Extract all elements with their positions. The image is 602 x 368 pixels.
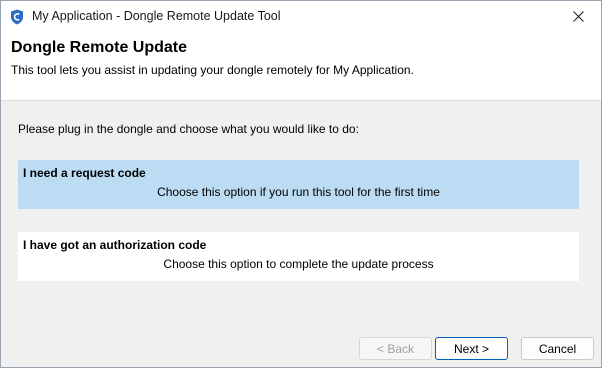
wizard-header: Dongle Remote Update This tool lets you … — [1, 32, 601, 101]
window-title: My Application - Dongle Remote Update To… — [32, 9, 281, 23]
next-button[interactable]: Next > — [435, 337, 508, 360]
option-authorization-code[interactable]: I have got an authorization code Choose … — [18, 232, 579, 281]
back-button[interactable]: < Back — [359, 337, 432, 360]
option-request-code[interactable]: I need a request code Choose this option… — [18, 160, 579, 209]
next-button-label: Next > — [453, 341, 489, 356]
option-description: Choose this option if you run this tool … — [157, 185, 440, 199]
dialog-window: My Application - Dongle Remote Update To… — [0, 0, 602, 368]
instruction-text: Please plug in the dongle and choose wha… — [18, 122, 359, 136]
header-subtitle: This tool lets you assist in updating yo… — [11, 63, 414, 77]
close-button[interactable] — [555, 1, 601, 32]
option-description: Choose this option to complete the updat… — [163, 257, 434, 271]
cancel-button[interactable]: Cancel — [521, 337, 594, 360]
cancel-button-label: Cancel — [538, 341, 577, 356]
option-title: I need a request code — [23, 166, 146, 180]
header-title: Dongle Remote Update — [11, 39, 188, 56]
shield-icon — [10, 9, 24, 25]
back-button-label: < Back — [376, 341, 415, 356]
close-icon — [572, 11, 584, 22]
option-title: I have got an authorization code — [23, 238, 207, 252]
title-bar[interactable]: My Application - Dongle Remote Update To… — [1, 1, 601, 32]
